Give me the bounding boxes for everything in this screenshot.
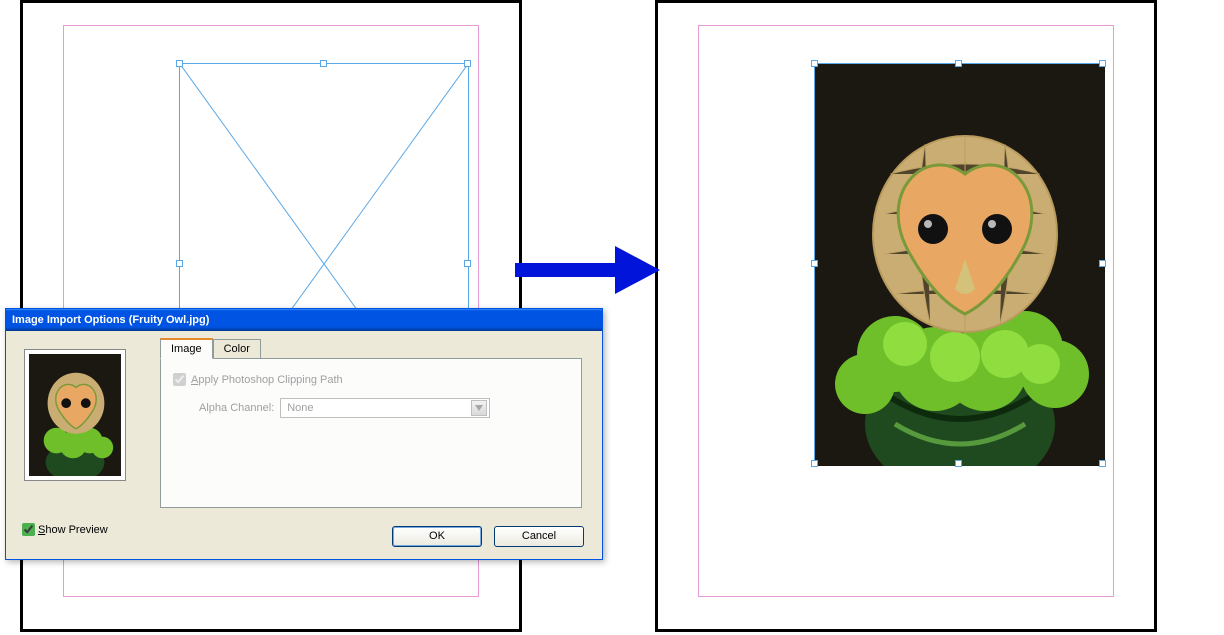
handle-ml[interactable] xyxy=(811,260,818,267)
dialog-title: Image Import Options (Fruity Owl.jpg) xyxy=(12,314,209,326)
handle-bl[interactable] xyxy=(811,460,818,467)
tab-panel-image: Apply Photoshop Clipping Path Alpha Chan… xyxy=(160,358,582,508)
handle-tc[interactable] xyxy=(320,60,327,67)
document-page-right xyxy=(655,0,1157,632)
handle-tl[interactable] xyxy=(176,60,183,67)
handle-ml[interactable] xyxy=(176,260,183,267)
tabs: Image Color xyxy=(160,337,590,358)
placed-image xyxy=(815,64,1105,466)
show-preview-checkbox[interactable]: Show Preview xyxy=(22,523,108,536)
handle-br[interactable] xyxy=(1099,460,1106,467)
alpha-channel-select: None xyxy=(280,398,490,418)
arrow-icon xyxy=(510,240,660,300)
tab-color[interactable]: Color xyxy=(213,339,261,359)
handle-tr[interactable] xyxy=(1099,60,1106,67)
show-preview-label: Show Preview xyxy=(38,524,108,536)
ok-button[interactable]: OK xyxy=(392,526,482,547)
dialog-titlebar[interactable]: Image Import Options (Fruity Owl.jpg) xyxy=(6,309,602,331)
handle-mr[interactable] xyxy=(464,260,471,267)
handle-tc[interactable] xyxy=(955,60,962,67)
chevron-down-icon xyxy=(471,400,487,416)
alpha-channel-label: Alpha Channel: xyxy=(199,402,274,414)
tab-image[interactable]: Image xyxy=(160,338,213,359)
apply-clipping-checkbox xyxy=(173,373,186,386)
apply-clipping-label: Apply Photoshop Clipping Path xyxy=(191,374,343,386)
handle-tr[interactable] xyxy=(464,60,471,67)
image-import-options-dialog: Image Import Options (Fruity Owl.jpg) xyxy=(5,308,603,560)
alpha-channel-value: None xyxy=(287,402,313,414)
handle-mr[interactable] xyxy=(1099,260,1106,267)
show-preview-input[interactable] xyxy=(22,523,35,536)
preview-thumbnail xyxy=(24,349,126,481)
handle-tl[interactable] xyxy=(811,60,818,67)
handle-bc[interactable] xyxy=(955,460,962,467)
cancel-button[interactable]: Cancel xyxy=(494,526,584,547)
image-frame-filled[interactable] xyxy=(814,63,1104,465)
